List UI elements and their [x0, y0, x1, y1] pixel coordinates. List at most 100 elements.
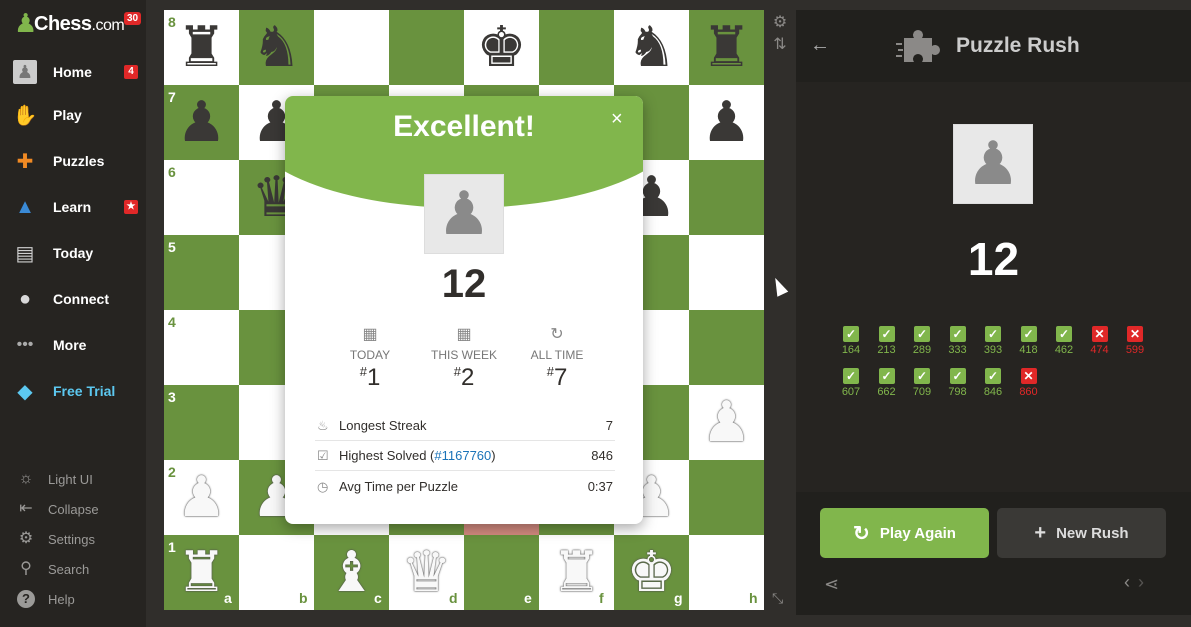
expand-board-icon[interactable]: ⤡	[772, 590, 783, 607]
flip-board-icon[interactable]: ⇅	[770, 34, 790, 56]
puzzle-result[interactable]: ✓ 798	[943, 368, 973, 398]
nav-today[interactable]: ▤ Today	[0, 233, 146, 273]
clock-icon: ◷	[317, 479, 329, 494]
brand-name: Chess	[34, 13, 92, 35]
square-c8[interactable]	[314, 10, 389, 85]
news-icon: ▤	[15, 242, 35, 265]
diamond-icon: ◆	[17, 380, 33, 403]
puzzle-rating: 860	[1019, 386, 1038, 398]
puzzle-rating: 462	[1054, 344, 1074, 356]
nav-label: Learn	[53, 199, 92, 215]
search-icon: ⚲	[20, 560, 32, 577]
close-icon[interactable]: ×	[611, 108, 623, 131]
puzzle-result[interactable]: ✕ 599	[1120, 326, 1150, 356]
cross-icon: ✕	[1091, 326, 1108, 342]
panel-header: ← Puzzle Rush	[796, 10, 1191, 82]
puzzle-result[interactable]: ✓ 846	[978, 368, 1008, 398]
calendar-icon: ▦	[456, 326, 472, 343]
puzzle-result[interactable]: ✓ 289	[907, 326, 937, 356]
bottom-label: Help	[48, 591, 75, 607]
play-again-label: Play Again	[879, 524, 956, 542]
collapse-button[interactable]: ⇤ Collapse	[0, 496, 146, 522]
nav-home[interactable]: ♟ Home 4	[0, 52, 146, 92]
help-button[interactable]: ? Help	[0, 586, 146, 612]
black-king-icon[interactable]: ♚	[464, 10, 539, 85]
check-icon: ✓	[1020, 326, 1037, 342]
sidebar: ♟ Chess.com 30 ♟ Home 4 ✋ Play ✚ Puzzles…	[0, 0, 146, 627]
nav-connect[interactable]: ● Connect	[0, 279, 146, 319]
stat-label: Avg Time per Puzzle	[339, 479, 458, 494]
check-icon: ✓	[914, 326, 930, 342]
pawn-avatar-icon: ♟	[424, 174, 504, 254]
puzzle-result[interactable]: ✓ 333	[943, 326, 973, 356]
modal-title: Excellent!	[393, 110, 535, 143]
file-label: c	[374, 590, 382, 606]
board-settings-icon[interactable]: ⚙	[770, 12, 790, 34]
square-f8[interactable]	[539, 10, 614, 85]
next-arrow-icon[interactable]: ›	[1138, 572, 1152, 592]
nav-label: More	[53, 337, 87, 353]
plus-icon: +	[1034, 521, 1047, 544]
modal-score: 12	[441, 262, 487, 306]
nav-label: Today	[53, 245, 94, 261]
prev-arrow-icon[interactable]: ‹	[1124, 572, 1138, 592]
square-h4[interactable]	[689, 310, 764, 385]
rank-label: 8	[168, 14, 176, 30]
play-icon: ✋	[12, 104, 38, 127]
nav-play[interactable]: ✋ Play	[0, 95, 146, 135]
puzzle-rating: 474	[1090, 344, 1109, 356]
puzzle-result[interactable]: ✕ 860	[1014, 368, 1044, 398]
nav-label: Home	[53, 64, 92, 80]
nav-learn[interactable]: ▲ Learn ★	[0, 187, 146, 227]
black-rook-icon[interactable]: ♜	[689, 10, 764, 85]
search-button[interactable]: ⚲ Search	[0, 556, 146, 582]
puzzle-link[interactable]: #1167760	[434, 448, 491, 463]
square-h6[interactable]	[689, 160, 764, 235]
stat-value: 7	[605, 418, 613, 433]
puzzle-result[interactable]: ✓ 662	[872, 368, 902, 398]
black-knight-icon[interactable]: ♞	[239, 10, 314, 85]
home-avatar-icon: ♟	[12, 59, 38, 85]
collapse-icon: ⇤	[19, 500, 33, 517]
puzzle-rating: 709	[912, 386, 932, 398]
bottom-label: Search	[48, 561, 90, 577]
nav-more[interactable]: ••• More	[0, 325, 146, 365]
puzzle-result[interactable]: ✓ 393	[978, 326, 1008, 356]
white-pawn-icon[interactable]: ♟	[689, 385, 764, 460]
puzzle-result[interactable]: ✓ 164	[836, 326, 866, 356]
square-d8[interactable]	[389, 10, 464, 85]
rank-label: 5	[168, 239, 176, 255]
square-h5[interactable]	[689, 235, 764, 310]
play-again-button[interactable]: ↻ Play Again	[820, 508, 989, 558]
share-icon[interactable]: ⋖	[824, 574, 839, 595]
refresh-icon: ↻	[550, 326, 564, 343]
puzzle-rating: 599	[1125, 344, 1145, 356]
stat-avg-time: ◷ Avg Time per Puzzle 0:37	[315, 472, 615, 502]
nav-puzzles[interactable]: ✚ Puzzles	[0, 141, 146, 181]
puzzle-result[interactable]: ✓ 462	[1049, 326, 1079, 356]
puzzle-result[interactable]: ✓ 709	[907, 368, 937, 398]
black-pawn-icon[interactable]: ♟	[689, 85, 764, 160]
bottom-label: Settings	[48, 531, 95, 547]
puzzle-result[interactable]: ✓ 213	[872, 326, 902, 356]
puzzle-result[interactable]: ✕ 474	[1085, 326, 1115, 356]
flame-icon: ♨	[317, 418, 329, 433]
rank-label: 3	[168, 389, 176, 405]
square-h2[interactable]	[689, 460, 764, 535]
nav-free-trial[interactable]: ◆ Free Trial	[0, 371, 146, 411]
puzzle-result[interactable]: ✓ 418	[1014, 326, 1044, 356]
new-rush-button[interactable]: + New Rush	[997, 508, 1166, 558]
check-icon: ✓	[843, 326, 859, 342]
bottom-label: Light UI	[48, 471, 93, 487]
chess-com-logo[interactable]: ♟ Chess.com 30	[14, 8, 144, 40]
new-rush-label: New Rush	[1056, 524, 1129, 542]
file-label: a	[224, 590, 232, 606]
rank-label: 7	[168, 89, 176, 105]
black-knight-icon[interactable]: ♞	[614, 10, 689, 85]
nav-label: Puzzles	[53, 153, 105, 169]
puzzle-result[interactable]: ✓ 607	[836, 368, 866, 398]
back-arrow-icon[interactable]: ←	[810, 34, 830, 57]
check-icon: ✓	[985, 326, 1001, 342]
settings-button[interactable]: ⚙ Settings	[0, 526, 146, 552]
light-ui-button[interactable]: ☼ Light UI	[0, 466, 146, 492]
